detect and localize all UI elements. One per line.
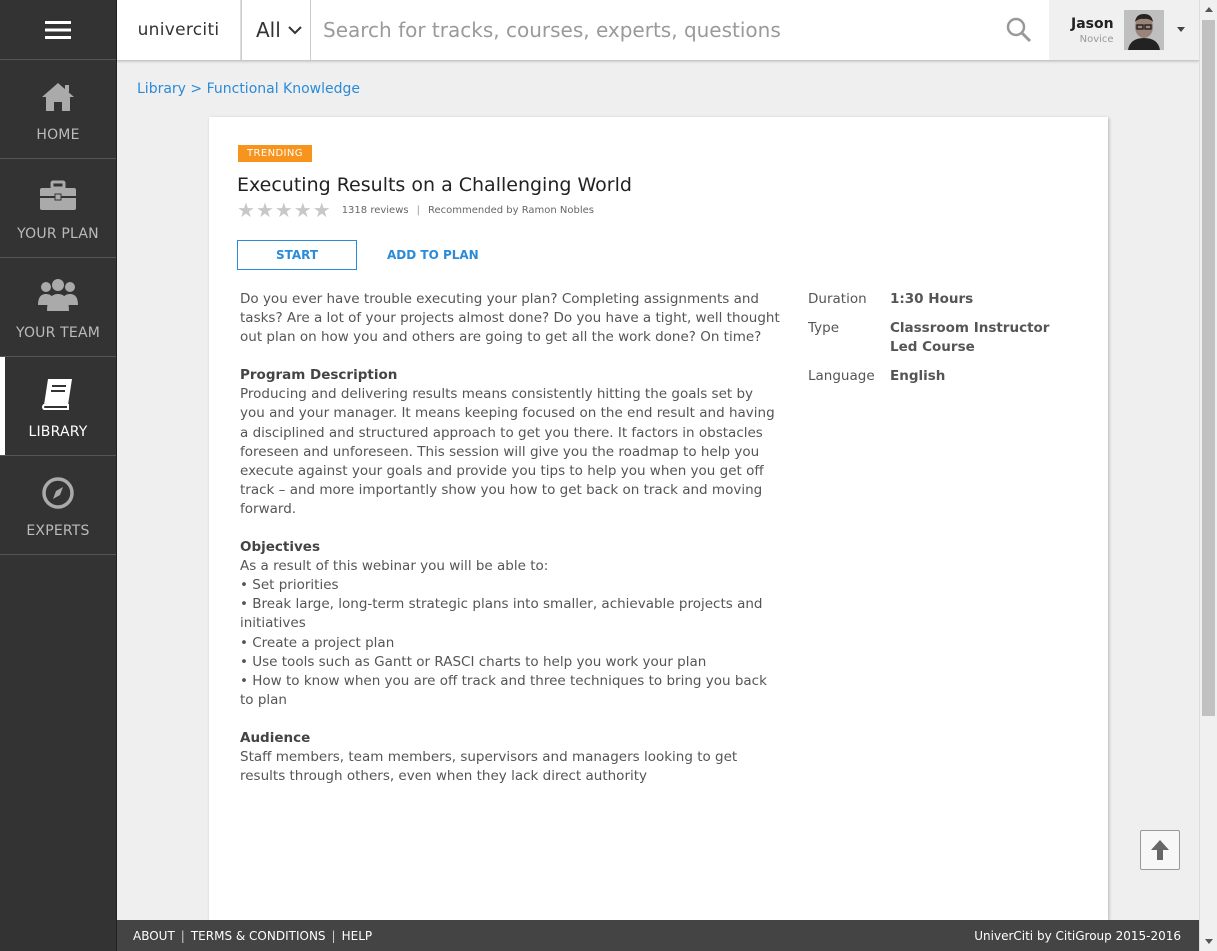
language-label: Language [808, 368, 875, 385]
type-label: Type [808, 320, 840, 337]
sidebar-item-experts[interactable]: EXPERTS [0, 456, 116, 555]
course-card: TRENDING Executing Results on a Challeng… [209, 117, 1108, 920]
audience-heading: Audience [240, 729, 311, 746]
footer: ABOUT | TERMS & CONDITIONS | HELP Univer… [117, 920, 1199, 951]
duration-label: Duration [808, 291, 867, 307]
objectives-intro: As a result of this webinar you will be … [240, 558, 549, 575]
scroll-up-arrow-icon [1204, 7, 1213, 12]
sidebar-item-label: EXPERTS [26, 523, 90, 539]
book-icon [42, 379, 72, 410]
search-button[interactable] [989, 0, 1049, 60]
rating-row: ★ ★ ★ ★ ★ 1318 reviews | Recommended by … [237, 200, 595, 220]
hamburger-menu-button[interactable] [0, 0, 116, 60]
sidebar-item-library[interactable]: LIBRARY [0, 357, 116, 456]
program-text: Producing and delivering results means c… [240, 386, 775, 517]
footer-separator: | [180, 928, 185, 943]
course-description: Do you ever have trouble executing your … [240, 290, 780, 786]
breadcrumb[interactable]: Library > Functional Knowledge [137, 81, 360, 97]
recommended-by: Recommended by Ramon Nobles [427, 204, 595, 216]
top-bar: univerciti All Search for tracks, course… [117, 0, 1199, 61]
scroll-down-button[interactable] [1200, 933, 1217, 951]
start-button[interactable]: START [237, 240, 357, 270]
trending-badge: TRENDING [238, 145, 312, 162]
scroll-up-button[interactable] [1200, 0, 1217, 18]
star-icon[interactable]: ★ [275, 200, 293, 220]
duration-value: 1:30 Hours [890, 291, 974, 307]
footer-about-link[interactable]: ABOUT [133, 929, 175, 943]
chevron-down-icon [288, 26, 302, 35]
sidebar-item-your-plan[interactable]: YOUR PLAN [0, 159, 116, 258]
star-icon[interactable]: ★ [294, 200, 312, 220]
add-to-plan-button[interactable]: ADD TO PLAN [387, 240, 479, 270]
objective-item: • Set priorities [240, 577, 339, 594]
user-level: Novice [1079, 33, 1114, 45]
objective-item: • Create a project plan [240, 634, 395, 651]
review-count: 1318 reviews [341, 204, 409, 216]
search-scope-value: All [256, 18, 281, 42]
footer-copyright: UniverCiti by CitiGroup 2015-2016 [974, 928, 1181, 943]
program-heading: Program Description [240, 367, 398, 384]
objective-item: • Break large, long-term strategic plans… [240, 596, 763, 632]
intro-text: Do you ever have trouble executing your … [240, 291, 780, 346]
objectives-heading: Objectives [240, 539, 320, 556]
star-icon[interactable]: ★ [256, 200, 274, 220]
user-menu[interactable]: Jason Novice [1049, 0, 1199, 60]
search-input[interactable]: Search for tracks, courses, experts, que… [311, 0, 989, 60]
star-icon[interactable]: ★ [237, 200, 255, 220]
logo[interactable]: univerciti [117, 0, 241, 60]
star-icon[interactable]: ★ [313, 200, 331, 220]
hamburger-icon [45, 20, 71, 39]
sidebar-item-label: YOUR PLAN [17, 226, 99, 242]
separator: | [416, 204, 420, 216]
search-scope-select[interactable]: All [241, 0, 311, 60]
audience-text: Staff members, team members, supervisors… [240, 748, 738, 785]
course-title: Executing Results on a Challenging World [237, 174, 632, 196]
objective-item: • Use tools such as Gantt or RASCI chart… [240, 653, 707, 670]
user-name: Jason [1071, 15, 1114, 32]
avatar-image [1123, 10, 1164, 50]
team-icon [38, 279, 78, 311]
user-menu-caret-icon [1176, 27, 1185, 32]
footer-separator: | [331, 928, 336, 943]
search-icon [1006, 17, 1032, 43]
scrollbar-thumb[interactable] [1202, 20, 1215, 716]
sidebar: HOME YOUR PLAN YOUR TEAM LIBRARY EXPERTS [0, 0, 117, 951]
language-value: English [890, 368, 946, 385]
compass-icon [42, 477, 74, 509]
sidebar-item-your-team[interactable]: YOUR TEAM [0, 258, 116, 357]
sidebar-item-label: HOME [36, 127, 80, 143]
footer-help-link[interactable]: HELP [342, 929, 373, 943]
back-to-top-button[interactable] [1140, 830, 1180, 870]
course-meta: Duration 1:30 Hours Type Classroom Instr… [808, 290, 1050, 396]
search-placeholder: Search for tracks, courses, experts, que… [323, 18, 781, 42]
sidebar-item-home[interactable]: HOME [0, 60, 116, 159]
vertical-scrollbar[interactable] [1199, 0, 1217, 951]
arrow-up-icon [1151, 840, 1169, 860]
avatar[interactable] [1123, 10, 1164, 50]
star-rating[interactable]: ★ ★ ★ ★ ★ [237, 200, 332, 220]
sidebar-item-label: YOUR TEAM [15, 325, 101, 341]
home-icon [42, 83, 74, 111]
scroll-down-arrow-icon [1204, 939, 1213, 944]
objective-item: • How to know when you are off track and… [240, 672, 767, 708]
sidebar-item-label: LIBRARY [28, 424, 88, 440]
footer-terms-link[interactable]: TERMS & CONDITIONS [191, 929, 326, 943]
type-value: Classroom Instructor Led Course [890, 320, 1050, 356]
briefcase-icon [40, 180, 76, 210]
